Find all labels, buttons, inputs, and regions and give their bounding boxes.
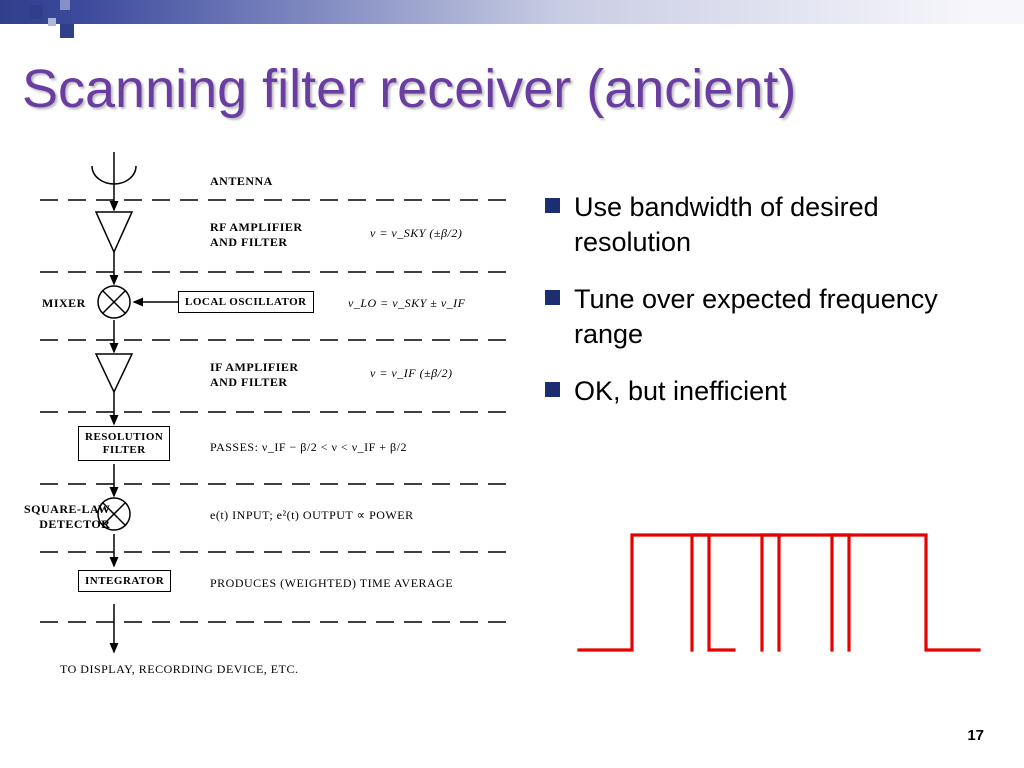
eq-integrator: PRODUCES (WEIGHTED) TIME AVERAGE xyxy=(210,576,453,591)
label-square-law: SQUARE-LAWDETECTOR xyxy=(24,502,110,532)
slide-top-accent xyxy=(0,0,1024,24)
box-local-oscillator: LOCAL OSCILLATOR xyxy=(178,291,314,313)
label-antenna: ANTENNA xyxy=(210,174,273,189)
accent-square xyxy=(60,24,74,38)
bullet-list: Use bandwidth of desired resolution Tune… xyxy=(545,190,995,431)
bullet-item: Tune over expected frequency range xyxy=(545,282,995,352)
slide-title: Scanning filter receiver (ancient) xyxy=(22,58,796,120)
box-integrator: INTEGRATOR xyxy=(78,570,171,592)
accent-square xyxy=(60,0,70,10)
label-rf-amplifier: RF AMPLIFIER AND FILTER xyxy=(210,220,303,250)
accent-square xyxy=(48,18,56,26)
label-mixer: MIXER xyxy=(42,296,86,311)
label-output: TO DISPLAY, RECORDING DEVICE, ETC. xyxy=(60,662,298,677)
page-number: 17 xyxy=(967,727,984,744)
bullet-item: Use bandwidth of desired resolution xyxy=(545,190,995,260)
bullet-text: Tune over expected frequency range xyxy=(574,282,995,352)
bullet-text: Use bandwidth of desired resolution xyxy=(574,190,995,260)
bullet-square-icon xyxy=(545,198,560,213)
eq-square-law: e(t) INPUT; e²(t) OUTPUT ∝ POWER xyxy=(210,508,414,523)
label-if-amplifier: IF AMPLIFIER AND FILTER xyxy=(210,360,299,390)
scanning-pulses-illustration xyxy=(574,520,984,660)
bullet-item: OK, but inefficient xyxy=(545,374,995,409)
block-diagram: ANTENNA RF AMPLIFIER AND FILTER ν = ν_SK… xyxy=(30,152,520,722)
box-resolution-filter: RESOLUTIONFILTER xyxy=(78,426,170,461)
bullet-square-icon xyxy=(545,290,560,305)
eq-passes: PASSES: ν_IF − β/2 < ν < ν_IF + β/2 xyxy=(210,440,407,455)
eq-rf: ν = ν_SKY (±β/2) xyxy=(370,226,462,241)
eq-if: ν = ν_IF (±β/2) xyxy=(370,366,452,381)
eq-lo: ν_LO = ν_SKY ± ν_IF xyxy=(348,296,466,311)
bullet-square-icon xyxy=(545,382,560,397)
accent-square xyxy=(29,5,43,19)
bullet-text: OK, but inefficient xyxy=(574,374,787,409)
